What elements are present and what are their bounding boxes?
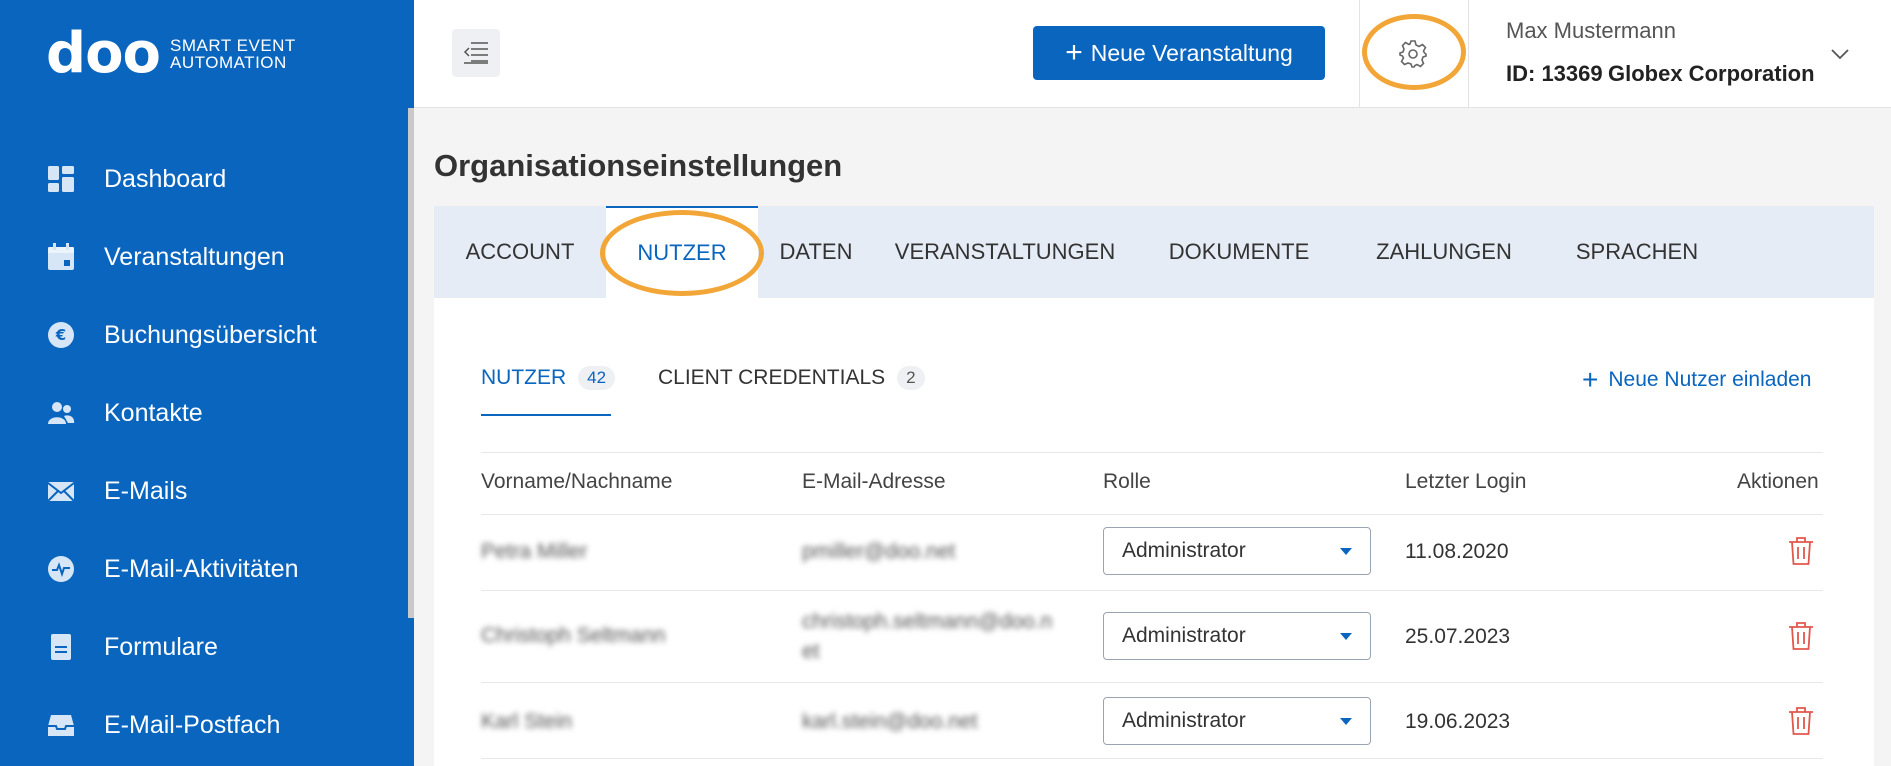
divider	[481, 452, 1823, 453]
plus-icon: +	[1582, 364, 1599, 395]
user-organization: Globex Corporation	[1608, 61, 1815, 86]
column-header-role: Rolle	[1103, 470, 1151, 493]
svg-text:€: €	[55, 326, 66, 344]
sidebar-scrollbar[interactable]	[408, 108, 414, 618]
divider	[1468, 0, 1469, 108]
inbox-icon	[46, 710, 76, 740]
divider	[481, 758, 1823, 759]
subtab-label: NUTZER	[481, 366, 567, 389]
contacts-icon	[46, 398, 76, 428]
highlight-circle	[1362, 14, 1466, 90]
tab-data[interactable]: DATEN	[758, 206, 874, 298]
logo-tagline: SMART EVENT AUTOMATION	[170, 37, 296, 71]
user-id: ID: 13369	[1506, 61, 1603, 86]
tab-payments[interactable]: ZAHLUNGEN	[1342, 206, 1546, 298]
collapse-sidebar-button[interactable]	[452, 29, 500, 77]
column-header-last-login: Letzter Login	[1405, 470, 1527, 493]
plus-icon: +	[1065, 36, 1083, 69]
highlight-circle	[600, 210, 764, 296]
trash-icon[interactable]	[1788, 706, 1814, 736]
role-select[interactable]: Administrator	[1103, 697, 1371, 745]
sidebar-item-inbox[interactable]: E-Mail-Postfach	[0, 686, 408, 764]
column-header-email: E-Mail-Adresse	[802, 470, 946, 493]
last-login-cell: 25.07.2023	[1405, 625, 1511, 648]
calendar-icon	[46, 242, 76, 272]
user-email-cell: pmiller@doo.net	[802, 540, 956, 563]
sidebar-item-email-activities[interactable]: E-Mail-Aktivitäten	[0, 530, 408, 608]
sidebar-item-dashboard[interactable]: Dashboard	[0, 140, 408, 218]
user-email-cell: christoph.seltmann@doo.n	[802, 610, 1053, 633]
divider	[481, 682, 1823, 683]
role-select[interactable]: Administrator	[1103, 527, 1371, 575]
dashboard-icon	[46, 164, 76, 194]
menu-collapse-icon	[463, 42, 488, 64]
subtab-users[interactable]: NUTZER 42	[481, 354, 616, 416]
trash-icon[interactable]	[1788, 536, 1814, 566]
sidebar-item-bookings[interactable]: € Buchungsübersicht	[0, 296, 408, 374]
user-name[interactable]: Max Mustermann	[1506, 18, 1676, 44]
euro-icon: €	[46, 320, 76, 350]
subtab-label: CLIENT CREDENTIALS	[658, 366, 886, 389]
sidebar-item-label: Dashboard	[104, 164, 227, 193]
chevron-down-icon[interactable]	[1828, 42, 1852, 66]
sidebar-item-label: E-Mail-Aktivitäten	[104, 554, 299, 583]
column-header-actions: Aktionen	[1737, 470, 1819, 493]
count-badge: 2	[897, 366, 925, 390]
sidebar-item-label: Formulare	[104, 632, 218, 661]
divider	[481, 590, 1823, 591]
tab-documents[interactable]: DOKUMENTE	[1136, 206, 1342, 298]
sidebar-nav: Dashboard Veranstaltungen € Buchungsüber…	[0, 140, 408, 764]
trash-icon[interactable]	[1788, 621, 1814, 651]
tab-languages[interactable]: SPRACHEN	[1546, 206, 1728, 298]
user-email-cell-continued: et	[802, 640, 820, 663]
sidebar-item-label: Buchungsübersicht	[104, 320, 317, 349]
last-login-cell: 11.08.2020	[1405, 540, 1509, 563]
form-icon	[46, 632, 76, 662]
new-event-button[interactable]: + Neue Veranstaltung	[1033, 26, 1325, 80]
sidebar: doo SMART EVENT AUTOMATION Dashboard Ver…	[0, 0, 414, 766]
sidebar-item-contacts[interactable]: Kontakte	[0, 374, 408, 452]
tab-events[interactable]: VERANSTALTUNGEN	[874, 206, 1136, 298]
subtab-client-credentials[interactable]: CLIENT CREDENTIALS 2	[658, 354, 925, 416]
activity-icon	[46, 554, 76, 584]
user-name-cell: Petra Miller	[481, 540, 588, 563]
sidebar-item-label: Veranstaltungen	[104, 242, 285, 271]
tab-account[interactable]: ACCOUNT	[434, 206, 606, 298]
user-name-cell: Christoph Seltmann	[481, 624, 666, 647]
caret-down-icon	[1340, 717, 1352, 725]
role-value: Administrator	[1122, 709, 1246, 732]
user-email-cell: karl.stein@doo.net	[802, 710, 978, 733]
count-badge: 42	[578, 366, 616, 390]
last-login-cell: 19.06.2023	[1405, 710, 1511, 733]
caret-down-icon	[1340, 632, 1352, 640]
mail-icon	[46, 476, 76, 506]
sidebar-item-label: Kontakte	[104, 398, 203, 427]
top-bar: + Neue Veranstaltung Max Mustermann ID: …	[414, 0, 1891, 108]
brand-logo[interactable]: doo SMART EVENT AUTOMATION	[46, 26, 296, 82]
new-event-label: Neue Veranstaltung	[1090, 39, 1293, 66]
invite-users-button[interactable]: + Neue Nutzer einladen	[1582, 366, 1812, 394]
divider	[1359, 0, 1360, 108]
user-name-cell: Karl Stein	[481, 710, 573, 733]
sidebar-item-forms[interactable]: Formulare	[0, 608, 408, 686]
caret-down-icon	[1340, 547, 1352, 555]
logo-text: doo	[46, 21, 161, 86]
role-select[interactable]: Administrator	[1103, 612, 1371, 660]
divider	[481, 514, 1823, 515]
sidebar-item-label: E-Mail-Postfach	[104, 710, 281, 739]
column-header-name: Vorname/Nachname	[481, 470, 673, 493]
role-value: Administrator	[1122, 539, 1246, 562]
role-value: Administrator	[1122, 624, 1246, 647]
logo-tagline-line2: AUTOMATION	[170, 53, 287, 72]
users-card: NUTZER 42 CLIENT CREDENTIALS 2 + Neue Nu…	[434, 298, 1874, 766]
invite-label: Neue Nutzer einladen	[1608, 368, 1812, 391]
sidebar-item-emails[interactable]: E-Mails	[0, 452, 408, 530]
sidebar-item-events[interactable]: Veranstaltungen	[0, 218, 408, 296]
sidebar-item-label: E-Mails	[104, 476, 188, 505]
page-title: Organisationseinstellungen	[434, 148, 843, 183]
